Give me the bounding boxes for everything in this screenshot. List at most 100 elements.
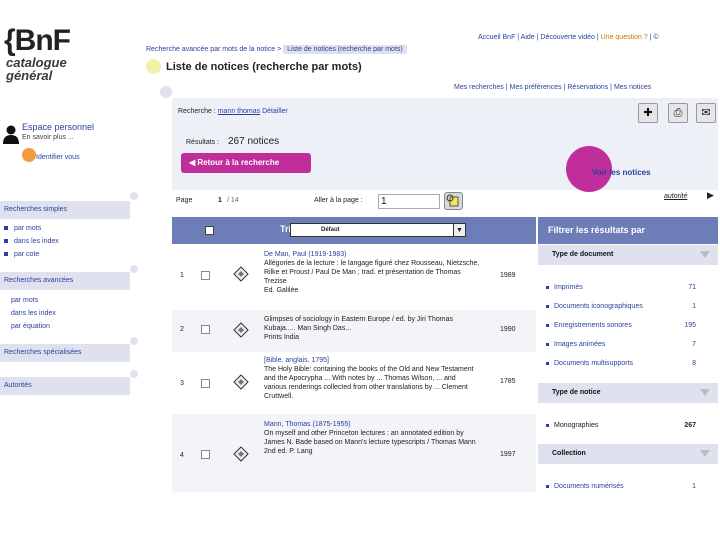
chevron-down-icon[interactable]: ▼ xyxy=(453,223,466,237)
row-text[interactable]: [Bible. anglais. 1795] The Holy Bible: c… xyxy=(264,356,480,401)
print-icon: ⎙ xyxy=(673,107,683,119)
sidebar-cap xyxy=(130,265,138,273)
accueil-link[interactable]: Accueil BnF xyxy=(478,34,515,41)
espace-personnel-title[interactable]: Espace personnel xyxy=(22,122,94,132)
sidebar-item-avancee-index[interactable]: dans les index xyxy=(4,310,56,317)
notice-icon[interactable] xyxy=(233,266,249,282)
select-all-checkbox[interactable] xyxy=(205,226,214,235)
add-notice-icon: ✚ xyxy=(643,107,653,119)
en-savoir-plus-link[interactable]: En savoir plus ... xyxy=(22,134,74,141)
filter-item[interactable]: Documents multisupports 8 xyxy=(546,360,708,367)
panel-decoration xyxy=(160,86,172,98)
row-year: 1997 xyxy=(500,451,516,458)
page-label: Page xyxy=(176,197,193,204)
page-current: 1 xyxy=(218,197,222,204)
notice-icon[interactable] xyxy=(233,322,249,338)
retour-recherche-button[interactable]: ◀ Retour à la recherche xyxy=(181,153,311,173)
sidebar-autorites[interactable]: Autorités xyxy=(0,377,130,395)
filter-type-notice[interactable]: Type de notice xyxy=(538,383,718,403)
identifier-icon xyxy=(22,148,36,162)
sidebar-cap xyxy=(130,370,138,378)
top-navigation: Accueil BnF | Aide | Découverte vidéo | … xyxy=(478,34,659,41)
identifier-link[interactable]: Identifier vous xyxy=(36,154,80,161)
row-checkbox[interactable] xyxy=(201,271,210,280)
row-number: 2 xyxy=(180,326,184,333)
filter-item[interactable]: Documents numérisés 1 xyxy=(546,483,708,490)
results-count: 267 notices xyxy=(228,136,280,147)
table-row: 2 Glimpses of sociology in Eastern Europ… xyxy=(172,310,536,352)
aller-page-button[interactable] xyxy=(444,192,463,210)
email-button[interactable]: ✉ xyxy=(696,103,716,123)
sidebar-item-simple-mots[interactable]: par mots xyxy=(4,225,41,232)
sidebar-recherches-simples[interactable]: Recherches simples xyxy=(0,201,130,219)
table-row: 4 Mann, Thomas (1875-1955) On myself and… xyxy=(172,414,536,492)
row-number: 4 xyxy=(180,452,184,459)
tri-select[interactable]: Défaut xyxy=(290,223,466,237)
breadcrumb-current: Liste de notices (recherche par mots) xyxy=(283,45,407,54)
row-text[interactable]: De Man, Paul (1919-1983) Allégories de l… xyxy=(264,250,480,295)
notice-icon[interactable] xyxy=(233,374,249,390)
sidebar-item-avancee-equation[interactable]: par équation xyxy=(4,323,50,330)
row-year: 1989 xyxy=(500,272,516,279)
sidebar-recherches-specialisees[interactable]: Recherches spécialisées xyxy=(0,344,130,362)
video-link[interactable]: Découverte vidéo xyxy=(540,34,594,41)
detailler-link[interactable]: Détailler xyxy=(262,108,288,115)
collapse-icon xyxy=(700,450,710,457)
page-total: / 14 xyxy=(227,197,239,204)
aller-page-input[interactable]: 1 xyxy=(378,194,440,209)
add-notice-button[interactable]: ✚ xyxy=(638,103,658,123)
go-icon xyxy=(446,194,459,207)
notice-icon[interactable] xyxy=(233,446,249,462)
sidebar-item-simple-index[interactable]: dans les index xyxy=(4,238,59,245)
aide-link[interactable]: Aide xyxy=(521,34,535,41)
table-row: 1 De Man, Paul (1919-1983) Allégories de… xyxy=(172,244,536,310)
user-links: Mes recherches | Mes préférences | Réser… xyxy=(454,84,652,91)
mes-notices-link[interactable]: Mes notices xyxy=(614,84,651,91)
results-label: Résultats : xyxy=(186,139,220,146)
filter-collection[interactable]: Collection xyxy=(538,444,718,464)
row-checkbox[interactable] xyxy=(201,450,210,459)
user-icon xyxy=(3,125,19,144)
collapse-icon xyxy=(700,251,710,258)
sidebar-item-avancee-mots[interactable]: par mots xyxy=(4,297,38,304)
copyright-link[interactable]: © xyxy=(653,34,658,41)
filter-item[interactable]: Imprimés 71 xyxy=(546,284,708,291)
title-decoration xyxy=(146,59,161,74)
page: {BnF catalogue général Accueil BnF | Aid… xyxy=(0,0,720,540)
row-checkbox[interactable] xyxy=(201,325,210,334)
catalogue-logo-subtitle: catalogue général xyxy=(6,55,67,83)
sidebar-item-simple-cote[interactable]: par cote xyxy=(4,251,39,258)
filter-item[interactable]: Images animées 7 xyxy=(546,341,708,348)
row-number: 3 xyxy=(180,380,184,387)
breadcrumb-parent[interactable]: Recherche avancée par mots de la notice xyxy=(146,46,275,53)
filter-header: Filtrer les résultats par xyxy=(538,217,718,244)
question-link[interactable]: Une question ? xyxy=(601,34,648,41)
email-icon: ✉ xyxy=(701,107,711,119)
filter-item[interactable]: Documents iconographiques 1 xyxy=(546,303,708,310)
print-button[interactable]: ⎙ xyxy=(668,103,688,123)
collapse-icon xyxy=(700,389,710,396)
row-text[interactable]: Glimpses of sociology in Eastern Europe … xyxy=(264,315,480,342)
filter-item[interactable]: Enregistrements sonores 195 xyxy=(546,322,708,329)
espace-personnel-box: Espace personnel En savoir plus ... Iden… xyxy=(0,118,130,182)
mes-preferences-link[interactable]: Mes préférences xyxy=(510,84,562,91)
next-arrow-icon[interactable]: ▶ xyxy=(707,190,714,201)
filter-type-document[interactable]: Type de document xyxy=(538,245,718,265)
row-text[interactable]: Mann, Thomas (1875-1955) On myself and o… xyxy=(264,420,480,456)
reservations-link[interactable]: Réservations xyxy=(567,84,608,91)
row-number: 1 xyxy=(180,272,184,279)
sidebar-recherches-avancees[interactable]: Recherches avancées xyxy=(0,272,130,290)
sidebar-cap xyxy=(130,192,138,200)
autorite-link[interactable]: autorité xyxy=(664,193,687,200)
row-checkbox[interactable] xyxy=(201,379,210,388)
row-year: 1785 xyxy=(500,378,516,385)
filter-item[interactable]: Monographies 267 xyxy=(546,422,708,429)
search-query[interactable]: mann thomas xyxy=(218,108,260,115)
aller-page-label: Aller à la page : xyxy=(314,197,363,204)
sidebar-cap xyxy=(130,337,138,345)
row-year: 1990 xyxy=(500,326,516,333)
mes-recherches-link[interactable]: Mes recherches xyxy=(454,84,504,91)
bnf-logo[interactable]: {BnF xyxy=(4,24,71,58)
voir-notices-link[interactable]: Voir les notices xyxy=(592,168,651,177)
table-row: 3 [Bible. anglais. 1795] The Holy Bible:… xyxy=(172,352,536,414)
